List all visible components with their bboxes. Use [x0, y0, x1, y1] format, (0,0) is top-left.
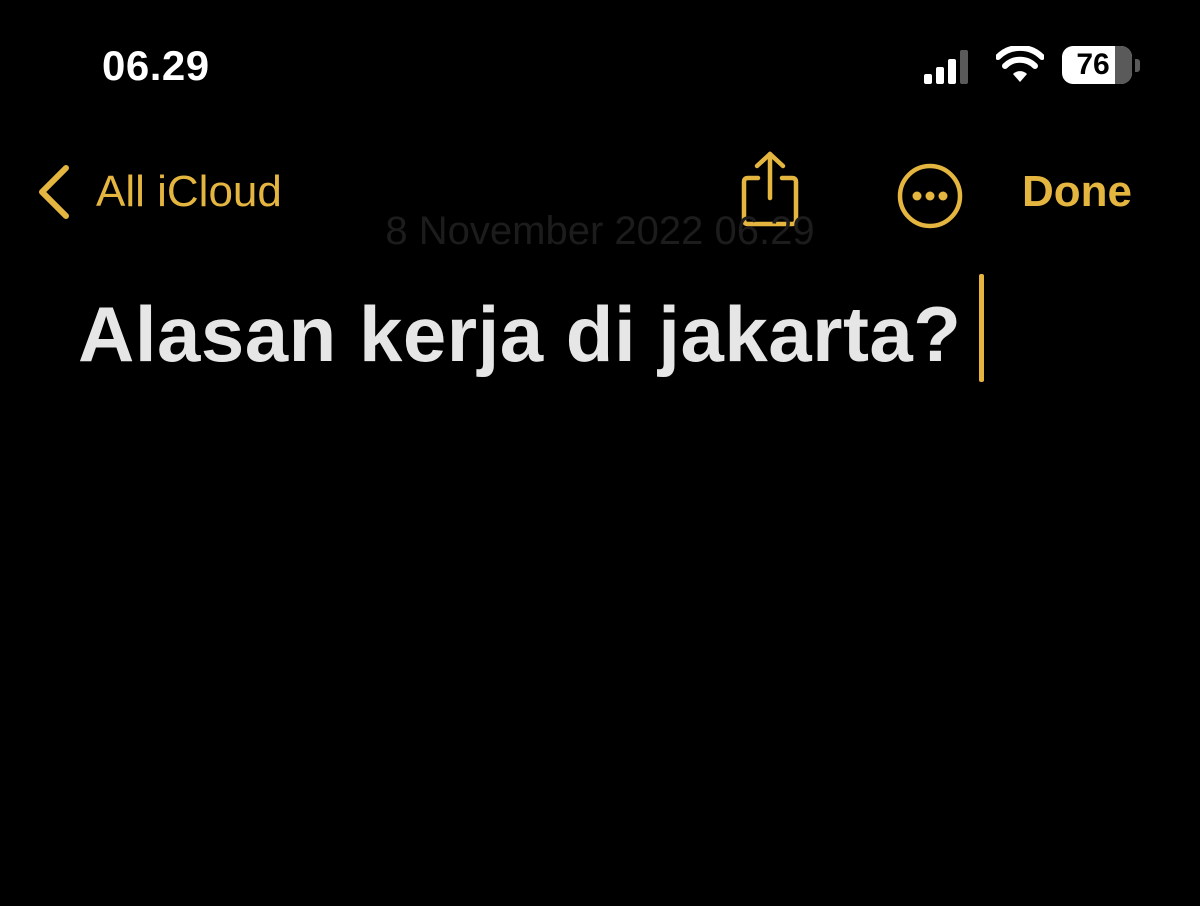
note-editor[interactable]: Alasan kerja di jakarta?: [78, 274, 985, 384]
wifi-icon: [996, 46, 1044, 82]
text-cursor: [979, 274, 985, 382]
battery-nub: [1135, 59, 1140, 72]
battery-body: 76: [1062, 46, 1132, 84]
battery-indicator: 76: [1062, 46, 1140, 84]
note-title[interactable]: Alasan kerja di jakarta?: [78, 284, 961, 384]
cellular-signal-icon: [924, 50, 968, 84]
battery-level-text: 76: [1076, 48, 1110, 81]
status-time: 06.29: [102, 42, 210, 89]
note-date: 8 November 2022 06.29: [385, 209, 815, 253]
status-bar: 06.29 76: [0, 0, 1200, 130]
